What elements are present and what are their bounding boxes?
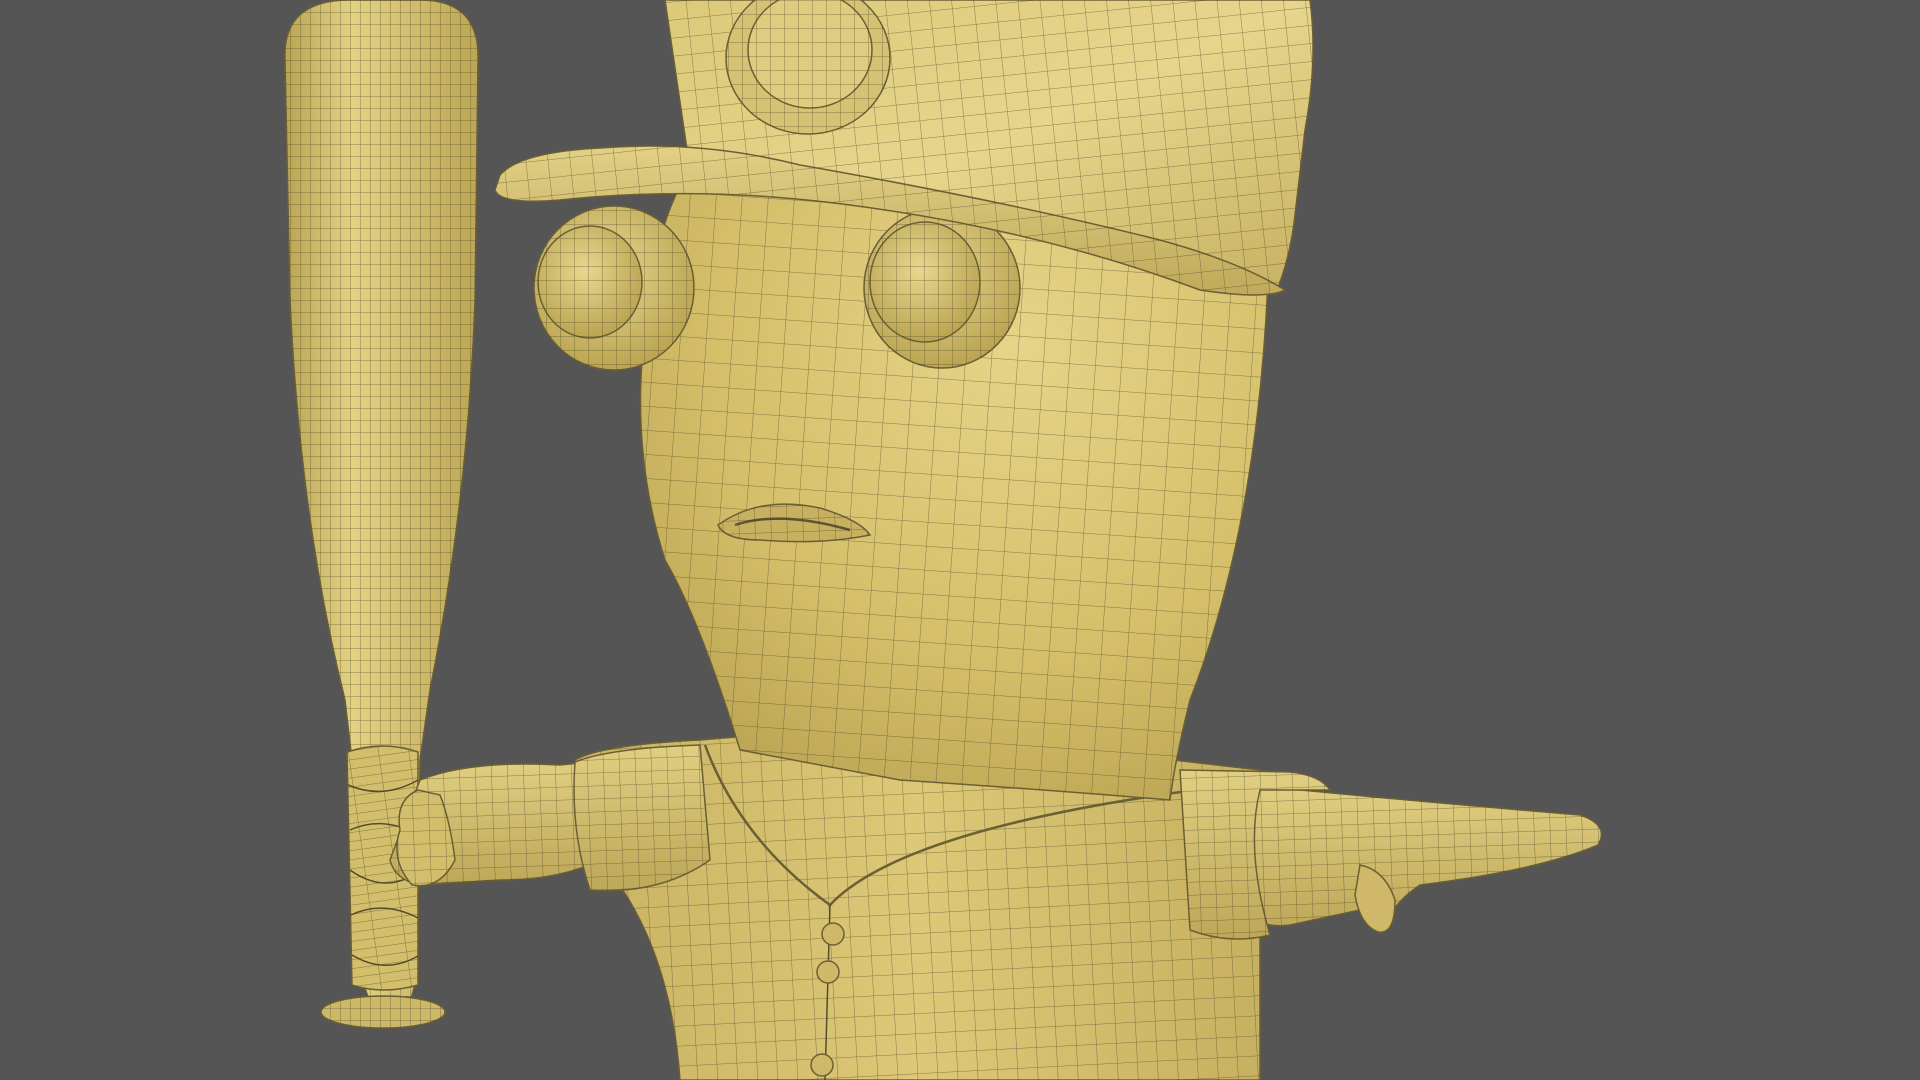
left-arm[interactable] [389,744,711,892]
jersey-button [810,1053,834,1077]
right-arm[interactable] [1179,769,1603,940]
jersey-button [821,922,845,946]
right-eye [863,207,1021,369]
left-eye [533,205,695,371]
jersey-button [816,960,840,984]
baseball-player-model[interactable] [0,0,1920,1080]
3d-viewport[interactable] [0,0,1920,1080]
